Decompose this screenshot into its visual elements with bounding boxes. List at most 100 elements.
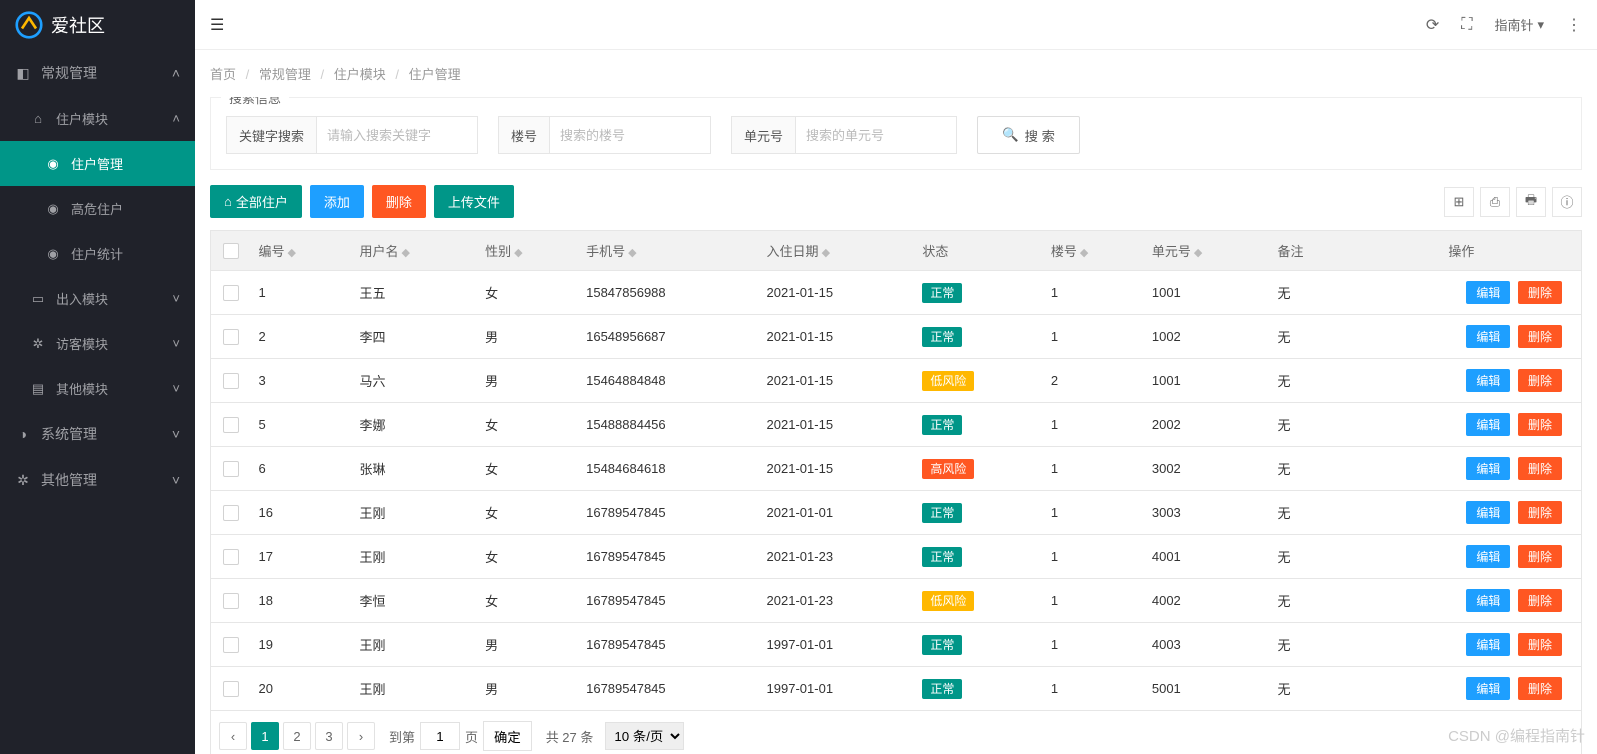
upload-button[interactable]: 上传文件 (434, 185, 514, 218)
edit-row-button[interactable]: 编辑 (1466, 501, 1510, 524)
page-confirm-button[interactable]: 确定 (483, 721, 532, 751)
cell-remark: 无 (1269, 403, 1348, 447)
cell-building: 1 (1043, 579, 1144, 623)
sidebar-item-visitor-module[interactable]: ✲ 访客模块 ˅ (0, 321, 195, 366)
building-input[interactable] (550, 117, 710, 153)
select-all-checkbox[interactable] (223, 243, 239, 259)
unit-input[interactable] (796, 117, 956, 153)
sidebar-item-resident-mgmt[interactable]: ◉ 住户管理 (0, 141, 195, 186)
all-residents-button[interactable]: ⌂ 全部住户 (210, 185, 302, 218)
cell-date: 2021-01-15 (759, 403, 915, 447)
table-row: 5 李娜 女 15488884456 2021-01-15 正常 1 2002 … (211, 403, 1582, 447)
sort-icon[interactable]: ◆ (288, 247, 296, 259)
edit-row-button[interactable]: 编辑 (1466, 325, 1510, 348)
page-number-button[interactable]: 1 (251, 722, 279, 750)
sidebar-item-regular[interactable]: ◧ 常规管理 ˄ (0, 50, 195, 96)
search-button-label: 搜 索 (1025, 126, 1055, 145)
sidebar-item-access-module[interactable]: ▭ 出入模块 ˅ (0, 276, 195, 321)
delete-row-button[interactable]: 删除 (1518, 589, 1562, 612)
cell-name: 王五 (352, 271, 478, 315)
fullscreen-icon[interactable]: ⛶ (1461, 16, 1472, 34)
sidebar-item-label: 出入模块 (56, 289, 108, 308)
page-number-button[interactable]: 3 (315, 722, 343, 750)
delete-row-button[interactable]: 删除 (1518, 369, 1562, 392)
sidebar-item-label: 常规管理 (41, 63, 97, 83)
sort-icon[interactable]: ◆ (1194, 247, 1202, 259)
sort-icon[interactable]: ◆ (1080, 247, 1088, 259)
delete-row-button[interactable]: 删除 (1518, 633, 1562, 656)
home-icon: ⌂ (224, 194, 232, 209)
row-checkbox[interactable] (223, 505, 239, 521)
info-icon[interactable]: ⓘ (1552, 187, 1582, 217)
sort-icon[interactable]: ◆ (822, 247, 830, 259)
sidebar-item-high-risk[interactable]: ◉ 高危住户 (0, 186, 195, 231)
edit-row-button[interactable]: 编辑 (1466, 677, 1510, 700)
compass-dropdown[interactable]: 指南针 ▾ (1494, 15, 1544, 34)
breadcrumb-l2[interactable]: 住户模块 (334, 67, 386, 82)
sidebar-item-system-mgmt[interactable]: ◑ 系统管理 ˅ (0, 411, 195, 457)
cell-id: 19 (251, 623, 352, 667)
edit-row-button[interactable]: 编辑 (1466, 633, 1510, 656)
add-button[interactable]: 添加 (310, 185, 364, 218)
search-button[interactable]: 🔍 搜 索 (977, 116, 1080, 154)
cell-remark: 无 (1269, 623, 1348, 667)
table-row: 18 李恒 女 16789547845 2021-01-23 低风险 1 400… (211, 579, 1582, 623)
row-checkbox[interactable] (223, 637, 239, 653)
row-checkbox[interactable] (223, 285, 239, 301)
status-badge: 正常 (922, 415, 962, 435)
breadcrumb-home[interactable]: 首页 (210, 67, 236, 82)
table-row: 20 王刚 男 16789547845 1997-01-01 正常 1 5001… (211, 667, 1582, 711)
breadcrumb-l1[interactable]: 常规管理 (259, 67, 311, 82)
row-checkbox[interactable] (223, 549, 239, 565)
building-label: 楼号 (499, 117, 550, 153)
row-checkbox[interactable] (223, 461, 239, 477)
prev-page-button[interactable]: ‹ (219, 722, 247, 750)
row-checkbox[interactable] (223, 593, 239, 609)
columns-icon[interactable]: ⊞ (1444, 187, 1474, 217)
edit-row-button[interactable]: 编辑 (1466, 369, 1510, 392)
refresh-icon[interactable]: ⟳ (1426, 15, 1439, 35)
delete-row-button[interactable]: 删除 (1518, 281, 1562, 304)
delete-row-button[interactable]: 删除 (1518, 501, 1562, 524)
page-number-button[interactable]: 2 (283, 722, 311, 750)
sidebar-item-resident-module[interactable]: ⌂ 住户模块 ˄ (0, 96, 195, 141)
menu-toggle-icon[interactable]: ☰ (210, 17, 224, 34)
delete-row-button[interactable]: 删除 (1518, 413, 1562, 436)
delete-row-button[interactable]: 删除 (1518, 677, 1562, 700)
page-size-select[interactable]: 10 条/页 (605, 722, 684, 750)
unit-label: 单元号 (732, 117, 796, 153)
sidebar-item-resident-stats[interactable]: ◉ 住户统计 (0, 231, 195, 276)
export-icon[interactable]: ⎙ (1480, 187, 1510, 217)
delete-button[interactable]: 删除 (372, 185, 426, 218)
edit-row-button[interactable]: 编辑 (1466, 413, 1510, 436)
sort-icon[interactable]: ◆ (514, 247, 522, 259)
sort-icon[interactable]: ◆ (628, 247, 636, 259)
cell-id: 16 (251, 491, 352, 535)
row-checkbox[interactable] (223, 681, 239, 697)
cell-remark: 无 (1269, 447, 1348, 491)
print-icon[interactable]: 🖶 (1516, 187, 1546, 217)
sidebar-item-label: 系统管理 (41, 424, 97, 444)
row-checkbox[interactable] (223, 373, 239, 389)
system-icon: ◑ (15, 426, 31, 442)
row-checkbox[interactable] (223, 417, 239, 433)
status-badge: 正常 (922, 283, 962, 303)
sort-icon[interactable]: ◆ (402, 247, 410, 259)
more-icon[interactable]: ⋮ (1566, 15, 1582, 35)
row-checkbox[interactable] (223, 329, 239, 345)
edit-row-button[interactable]: 编辑 (1466, 545, 1510, 568)
delete-row-button[interactable]: 删除 (1518, 325, 1562, 348)
cell-gender: 女 (477, 579, 578, 623)
edit-row-button[interactable]: 编辑 (1466, 589, 1510, 612)
sidebar-item-other-module[interactable]: ▤ 其他模块 ˅ (0, 366, 195, 411)
delete-row-button[interactable]: 删除 (1518, 457, 1562, 480)
cell-unit: 3002 (1144, 447, 1270, 491)
next-page-button[interactable]: › (347, 722, 375, 750)
sidebar-item-other-mgmt[interactable]: ✲ 其他管理 ˅ (0, 457, 195, 503)
delete-row-button[interactable]: 删除 (1518, 545, 1562, 568)
edit-row-button[interactable]: 编辑 (1466, 457, 1510, 480)
keyword-input[interactable] (317, 117, 477, 153)
status-badge: 正常 (922, 635, 962, 655)
page-jump-input[interactable] (420, 722, 460, 750)
edit-row-button[interactable]: 编辑 (1466, 281, 1510, 304)
